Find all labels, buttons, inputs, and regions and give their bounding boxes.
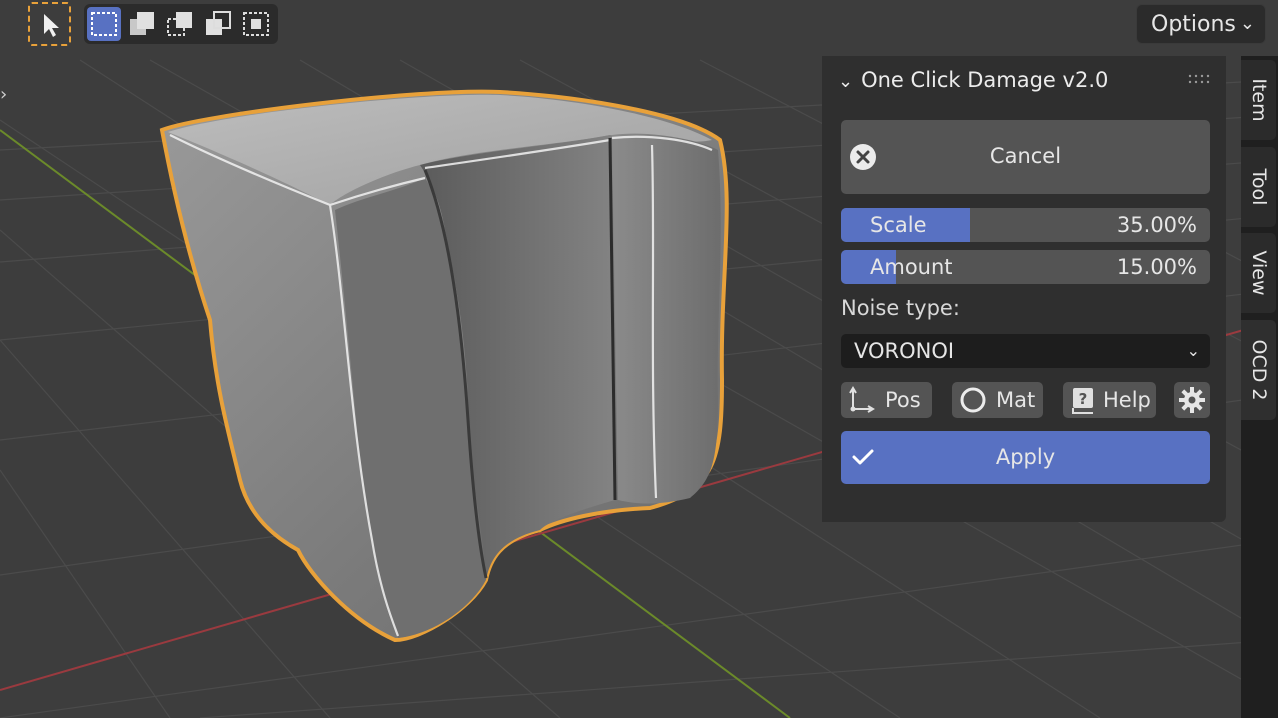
options-dropdown[interactable]: Options ⌄ (1136, 4, 1266, 44)
mat-button[interactable]: Mat (952, 382, 1043, 418)
pos-button[interactable]: Pos (841, 382, 932, 418)
collapse-chevron-icon: ⌄ (838, 71, 854, 92)
tab-ocd2[interactable]: OCD 2 (1241, 320, 1276, 420)
intersect-icon (243, 12, 269, 36)
mode-subtract-button[interactable] (163, 7, 197, 41)
amount-slider[interactable]: Amount 15.00% (841, 250, 1210, 284)
scale-label: Scale (870, 213, 927, 237)
apply-label: Apply (995, 445, 1056, 469)
one-click-damage-panel: ⌄ One Click Damage v2.0 Cancel Scale 35.0… (822, 56, 1226, 522)
cancel-button[interactable]: Cancel (841, 120, 1210, 194)
cursor-arrow-icon (44, 14, 59, 37)
tab-tool-label: Tool (1247, 168, 1270, 206)
svg-text:?: ? (1079, 390, 1088, 408)
noise-type-label: Noise type: (841, 296, 960, 320)
panel-header[interactable]: ⌄ One Click Damage v2.0 (838, 68, 1108, 92)
options-label: Options (1151, 11, 1236, 37)
select-tool-button[interactable] (28, 2, 71, 46)
scale-slider[interactable]: Scale 35.00% (841, 208, 1210, 242)
tab-view[interactable]: View (1241, 233, 1276, 313)
tab-ocd2-label: OCD 2 (1247, 339, 1270, 401)
mode-intersect-button[interactable] (239, 7, 273, 41)
extend-icon (130, 12, 154, 35)
select-box-icon (91, 12, 117, 36)
axes-icon (849, 386, 875, 413)
mode-invert-button[interactable] (201, 7, 235, 41)
grip-dots-icon[interactable] (1188, 74, 1210, 84)
gear-icon (1179, 387, 1205, 413)
tab-item[interactable]: Item (1241, 60, 1276, 140)
noise-type-dropdown[interactable]: VORONOI ⌄ (841, 334, 1210, 368)
mode-extend-button[interactable] (125, 7, 159, 41)
amount-value: 15.00% (1116, 255, 1197, 279)
pos-label: Pos (885, 388, 921, 412)
subtract-icon (167, 12, 192, 36)
noise-type-value: VORONOI (854, 339, 955, 363)
circle-icon (960, 387, 986, 413)
amount-label: Amount (870, 255, 953, 279)
expand-toolbar-arrow-icon[interactable]: › (0, 84, 7, 105)
settings-button[interactable] (1174, 382, 1210, 418)
help-label: Help (1103, 388, 1151, 412)
mode-new-button[interactable] (87, 7, 121, 41)
chevron-down-icon: ⌄ (1186, 341, 1200, 360)
tab-item-label: Item (1247, 78, 1270, 122)
cancel-label: Cancel (989, 144, 1062, 168)
panel-title: One Click Damage v2.0 (861, 68, 1109, 92)
tab-tool[interactable]: Tool (1241, 147, 1276, 227)
selection-mode-group (84, 4, 278, 44)
tab-view-label: View (1247, 250, 1270, 296)
invert-icon (206, 11, 231, 35)
chevron-down-icon: ⌄ (1239, 13, 1255, 34)
scale-value: 35.00% (1116, 213, 1197, 237)
apply-button[interactable]: Apply (841, 431, 1210, 484)
help-book-icon: ? (1072, 388, 1093, 414)
help-button[interactable]: ? Help (1063, 382, 1156, 418)
mat-label: Mat (996, 388, 1036, 412)
